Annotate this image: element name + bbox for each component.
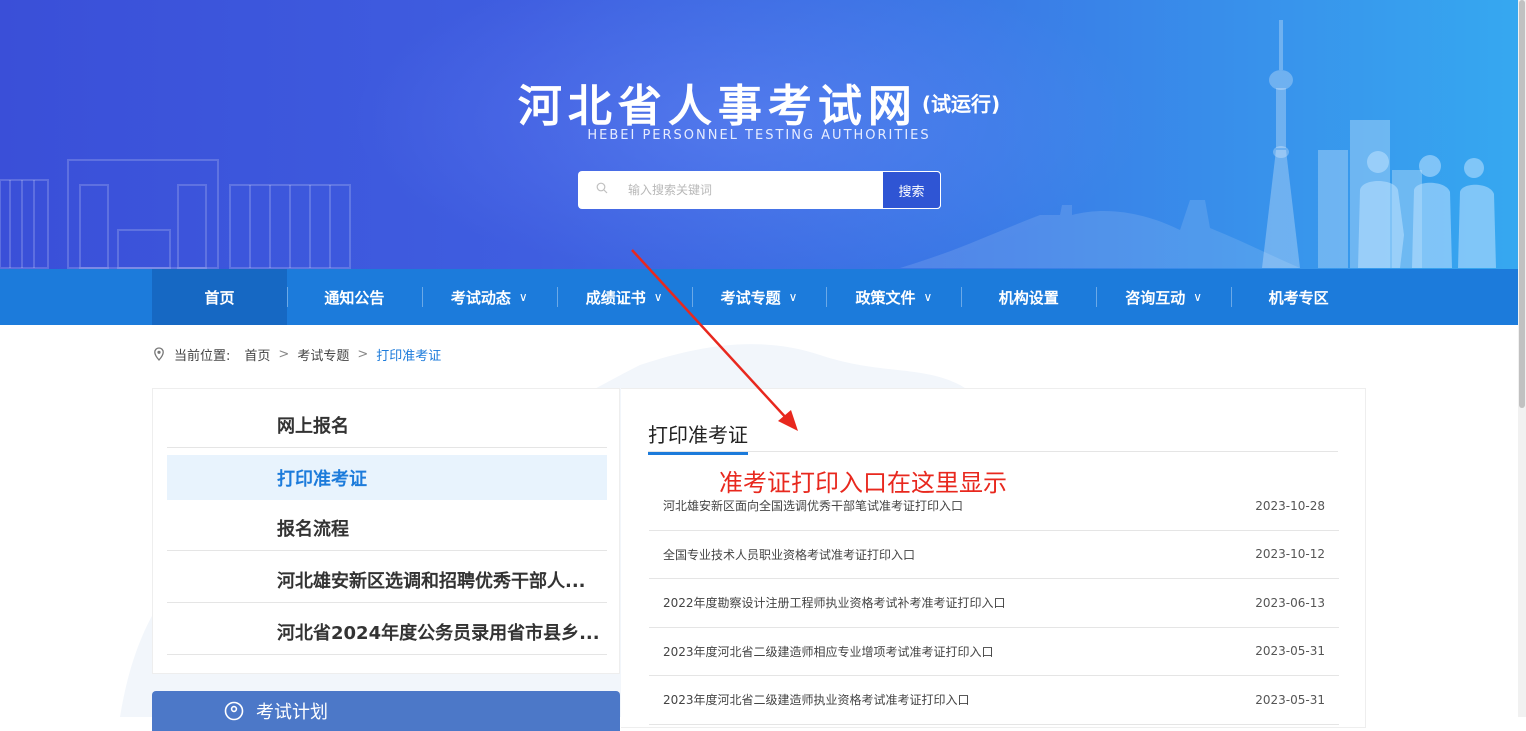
sidebar-item-label: 报名流程 [277,519,349,540]
content-title: 打印准考证 [648,419,748,455]
list-item[interactable]: 2023年度河北省二级建造师执业资格考试准考证打印入口 2023-05-31 [649,676,1339,725]
search-box: 搜索 [578,171,941,209]
nav-item-notices[interactable]: 通知公告 [286,269,422,325]
content-title-divider [648,451,1338,452]
article-date: 2023-05-31 [1255,692,1325,707]
nav-item-policy-documents[interactable]: 政策文件 ∨ [826,269,961,325]
nav-item-scores-certificates[interactable]: 成绩证书 ∨ [556,269,692,325]
sidebar-item-hebei-2024-civil-servant[interactable]: 河北省2024年度公务员录用省市县乡... [167,610,607,655]
breadcrumb-separator: > [357,346,369,362]
breadcrumb-current[interactable]: 打印准考证 [376,345,441,364]
site-subtitle: HEBEI PERSONNEL TESTING AUTHORITIES [587,128,931,143]
article-title[interactable]: 2023年度河北省二级建造师执业资格考试准考证打印入口 [663,691,970,708]
article-date: 2023-06-13 [1255,595,1325,610]
search-input[interactable] [626,172,882,208]
location-pin-icon [154,347,164,361]
list-item[interactable]: 全国专业技术人员职业资格考试准考证打印入口 2023-10-12 [649,531,1339,579]
article-date: 2023-10-12 [1255,547,1325,562]
sidebar-item-label: 网上报名 [277,416,349,437]
nav-item-home[interactable]: 首页 [152,269,287,325]
nav-item-consultation[interactable]: 咨询互动 ∨ [1096,269,1231,325]
nav-item-label: 通知公告 [324,288,385,307]
nav-item-label: 首页 [204,288,235,307]
header-banner: 河北省人事考试网 (试运行) HEBEI PERSONNEL TESTING AU… [0,0,1518,269]
breadcrumb: 当前位置: 首页 > 考试专题 > 打印准考证 [152,342,441,366]
nav-item-organization[interactable]: 机构设置 [961,269,1096,325]
article-date: 2023-05-31 [1255,644,1325,659]
sidebar-item-online-registration[interactable]: 网上报名 [167,403,607,448]
breadcrumb-home[interactable]: 首页 [244,345,270,364]
breadcrumb-exam-topics[interactable]: 考试专题 [297,345,349,364]
nav-item-label: 咨询互动 [1125,288,1186,307]
chevron-down-icon: ∨ [923,290,933,304]
nav-item-exam-news[interactable]: 考试动态 ∨ [421,269,557,325]
sidebar-item-xiongan-selection[interactable]: 河北雄安新区选调和招聘优秀干部人... [167,558,607,603]
scrollbar-thumb[interactable] [1519,0,1525,408]
sidebar-item-print-admission-ticket[interactable]: 打印准考证 [167,455,607,500]
article-list: 河北雄安新区面向全国选调优秀干部笔试准考证打印入口 2023-10-28 全国专… [649,482,1339,725]
sidebar-item-registration-process[interactable]: 报名流程 [167,506,607,551]
nav-item-label: 考试动态 [450,288,511,307]
main-nav-items: 首页 通知公告 考试动态 ∨ 成绩证书 ∨ 考试专题 ∨ 政策文件 ∨ 机构设置 咨询互… [152,269,1366,325]
chevron-down-icon: ∨ [788,290,798,304]
exam-plan-bar[interactable]: 考试计划 [152,691,620,731]
sidebar-item-label: 河北雄安新区选调和招聘优秀干部人... [277,571,586,592]
breadcrumb-separator: > [278,346,290,362]
sidebar-item-label: 河北省2024年度公务员录用省市县乡... [277,623,600,644]
article-title[interactable]: 全国专业技术人员职业资格考试准考证打印入口 [663,546,915,563]
chevron-down-icon: ∨ [653,290,663,304]
site-title-suffix: (试运行) [921,91,1001,116]
nav-item-computer-exam[interactable]: 机考专区 [1231,269,1366,325]
site-title: 河北省人事考试网 (试运行) [0,70,1518,134]
chevron-down-icon: ∨ [1193,290,1203,304]
article-title[interactable]: 2022年度勘察设计注册工程师执业资格考试补考准考证打印入口 [663,594,1006,611]
main-nav: 首页 通知公告 考试动态 ∨ 成绩证书 ∨ 考试专题 ∨ 政策文件 ∨ 机构设置 咨询互… [0,269,1518,325]
nav-item-label: 考试专题 [720,288,781,307]
search-icon [596,182,626,198]
list-item[interactable]: 河北雄安新区面向全国选调优秀干部笔试准考证打印入口 2023-10-28 [649,482,1339,531]
article-title[interactable]: 2023年度河北省二级建造师相应专业增项考试准考证打印入口 [663,643,994,660]
site-title-main: 河北省人事考试网 [517,81,918,132]
article-title[interactable]: 河北雄安新区面向全国选调优秀干部笔试准考证打印入口 [663,497,963,514]
page-scrollbar[interactable] [1518,0,1526,717]
nav-item-label: 政策文件 [855,288,916,307]
list-item[interactable]: 2023年度河北省二级建造师相应专业增项考试准考证打印入口 2023-05-31 [649,628,1339,676]
sidebar-item-label: 打印准考证 [277,468,367,490]
content-panel: 打印准考证 准考证打印入口在这里显示 河北雄安新区面向全国选调优秀干部笔试准考证… [621,388,1366,728]
chevron-down-icon: ∨ [518,290,528,304]
location-pin-icon [224,701,244,721]
article-date: 2023-10-28 [1255,498,1325,513]
nav-item-label: 成绩证书 [585,288,646,307]
sidebar: 网上报名 打印准考证 报名流程 河北雄安新区选调和招聘优秀干部人... 河北省2… [152,388,620,674]
nav-item-label: 机考专区 [1268,288,1329,307]
nav-item-label: 机构设置 [998,288,1059,307]
list-item[interactable]: 2022年度勘察设计注册工程师执业资格考试补考准考证打印入口 2023-06-1… [649,579,1339,628]
search-button[interactable]: 搜索 [882,171,941,209]
breadcrumb-prefix: 当前位置: [174,348,231,364]
exam-plan-label: 考试计划 [256,702,328,723]
nav-item-exam-topics[interactable]: 考试专题 ∨ [691,269,827,325]
